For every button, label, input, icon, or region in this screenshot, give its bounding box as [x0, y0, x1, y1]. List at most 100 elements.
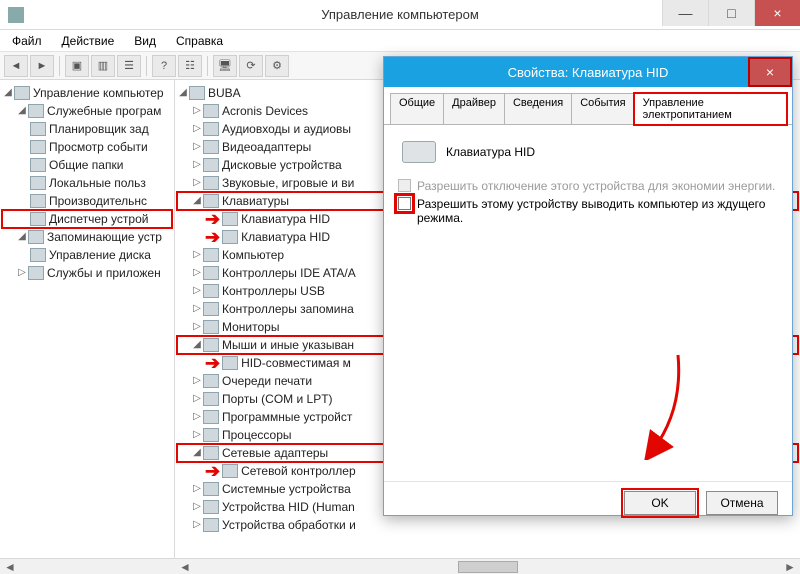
checkbox-icon[interactable] — [398, 197, 411, 210]
storage-ctl-icon — [203, 302, 219, 316]
arrow-icon: ➔ — [205, 230, 220, 244]
storage-icon — [28, 230, 44, 244]
ok-button[interactable]: OK — [624, 491, 696, 515]
keyboard-icon — [203, 194, 219, 208]
pc-icon — [189, 86, 205, 100]
perf-icon — [30, 194, 46, 208]
sound-icon — [203, 176, 219, 190]
dialog-tabs: Общие Драйвер Сведения События Управлени… — [384, 87, 792, 125]
window-buttons: — □ × — [662, 0, 800, 26]
cancel-button[interactable]: Отмена — [706, 491, 778, 515]
help-icon[interactable]: ? — [152, 55, 176, 77]
checkbox-icon — [398, 179, 411, 192]
up-icon[interactable]: ▣ — [65, 55, 89, 77]
close-button[interactable]: × — [754, 0, 800, 26]
right-scrollbar[interactable]: ◄► — [175, 558, 800, 574]
dialog-titlebar[interactable]: Свойства: Клавиатура HID × — [384, 57, 792, 87]
left-pane: Управление компьютер Служебные програм П… — [0, 80, 175, 574]
mouse-icon — [203, 338, 219, 352]
keyboard-icon — [222, 212, 238, 226]
checkbox-allow-wake[interactable]: Разрешить этому устройству выводить комп… — [398, 197, 778, 225]
tree-group-services[interactable]: Службы и приложен — [2, 264, 172, 282]
tab-details[interactable]: Сведения — [504, 93, 572, 124]
software-icon — [203, 410, 219, 424]
users-icon — [30, 176, 46, 190]
tab-events[interactable]: События — [571, 93, 634, 124]
maximize-button[interactable]: □ — [708, 0, 754, 26]
tab-driver[interactable]: Драйвер — [443, 93, 505, 124]
keyboard-icon — [402, 141, 436, 163]
checkbox-label: Разрешить этому устройству выводить комп… — [417, 197, 778, 225]
tab-power-management[interactable]: Управление электропитанием — [634, 93, 787, 125]
menubar: Файл Действие Вид Справка — [0, 30, 800, 52]
separator — [146, 56, 147, 76]
device-name-label: Клавиатура HID — [446, 145, 535, 159]
list-icon[interactable]: ☰ — [117, 55, 141, 77]
keyboard-icon — [222, 230, 238, 244]
refresh-icon[interactable]: ⟳ — [239, 55, 263, 77]
network-icon — [203, 446, 219, 460]
disk-icon — [203, 158, 219, 172]
services-icon — [28, 266, 44, 280]
scan-icon[interactable]: 🖥 — [213, 55, 237, 77]
arrow-icon: ➔ — [205, 212, 220, 226]
menu-help[interactable]: Справка — [168, 32, 231, 50]
tree-item[interactable]: Просмотр событи — [2, 138, 172, 156]
tree-item[interactable]: Общие папки — [2, 156, 172, 174]
device-header: Клавиатура HID — [402, 141, 778, 163]
tree-item[interactable]: Производительнс — [2, 192, 172, 210]
tree-item[interactable]: Локальные польз — [2, 174, 172, 192]
dialog-title: Свойства: Клавиатура HID — [508, 65, 669, 80]
management-tree: Управление компьютер Служебные програм П… — [0, 80, 174, 286]
menu-file[interactable]: Файл — [4, 32, 50, 50]
menu-view[interactable]: Вид — [126, 32, 164, 50]
tree-item[interactable]: Планировщик зад — [2, 120, 172, 138]
tree-group-storage[interactable]: Запоминающие устр — [2, 228, 172, 246]
audio-icon — [203, 122, 219, 136]
diskmgmt-icon — [30, 248, 46, 262]
display-icon — [203, 140, 219, 154]
checkbox-label: Разрешить отключение этого устройства дл… — [417, 179, 775, 193]
imaging-icon — [203, 518, 219, 532]
devmgr-icon — [30, 212, 46, 226]
tree-item-device-manager[interactable]: Диспетчер устрой — [2, 210, 172, 228]
checkbox-allow-off: Разрешить отключение этого устройства дл… — [398, 179, 778, 193]
back-icon[interactable]: ◄ — [4, 55, 28, 77]
separator — [59, 56, 60, 76]
tree-group-system[interactable]: Служебные програм — [2, 102, 172, 120]
computer-icon — [203, 248, 219, 262]
usb-icon — [203, 284, 219, 298]
arrow-icon: ➔ — [205, 356, 220, 370]
eventvwr-icon — [30, 140, 46, 154]
opts-icon[interactable]: ⚙ — [265, 55, 289, 77]
minimize-button[interactable]: — — [662, 0, 708, 26]
network-icon — [222, 464, 238, 478]
tab-general[interactable]: Общие — [390, 93, 444, 124]
mouse-icon — [222, 356, 238, 370]
props-icon[interactable]: ☷ — [178, 55, 202, 77]
show-icon[interactable]: ▥ — [91, 55, 115, 77]
printer-icon — [203, 374, 219, 388]
fwd-icon[interactable]: ► — [30, 55, 54, 77]
hid-icon — [203, 500, 219, 514]
scheduler-icon — [30, 122, 46, 136]
tree-item[interactable]: Управление диска — [2, 246, 172, 264]
tree-root[interactable]: Управление компьютер — [2, 84, 172, 102]
separator — [207, 56, 208, 76]
left-scrollbar[interactable]: ◄► — [0, 558, 175, 574]
monitor-icon — [203, 320, 219, 334]
dialog-footer: OK Отмена — [384, 481, 792, 523]
dev-icon — [203, 104, 219, 118]
ide-icon — [203, 266, 219, 280]
menu-action[interactable]: Действие — [54, 32, 123, 50]
system-icon — [203, 482, 219, 496]
properties-dialog: Свойства: Клавиатура HID × Общие Драйвер… — [383, 56, 793, 516]
arrow-icon: ➔ — [205, 464, 220, 478]
dialog-body: Клавиатура HID Разрешить отключение этог… — [384, 125, 792, 481]
shares-icon — [30, 158, 46, 172]
port-icon — [203, 392, 219, 406]
dialog-close-button[interactable]: × — [748, 57, 792, 87]
titlebar: Управление компьютером — □ × — [0, 0, 800, 30]
computer-icon — [14, 86, 30, 100]
tools-icon — [28, 104, 44, 118]
